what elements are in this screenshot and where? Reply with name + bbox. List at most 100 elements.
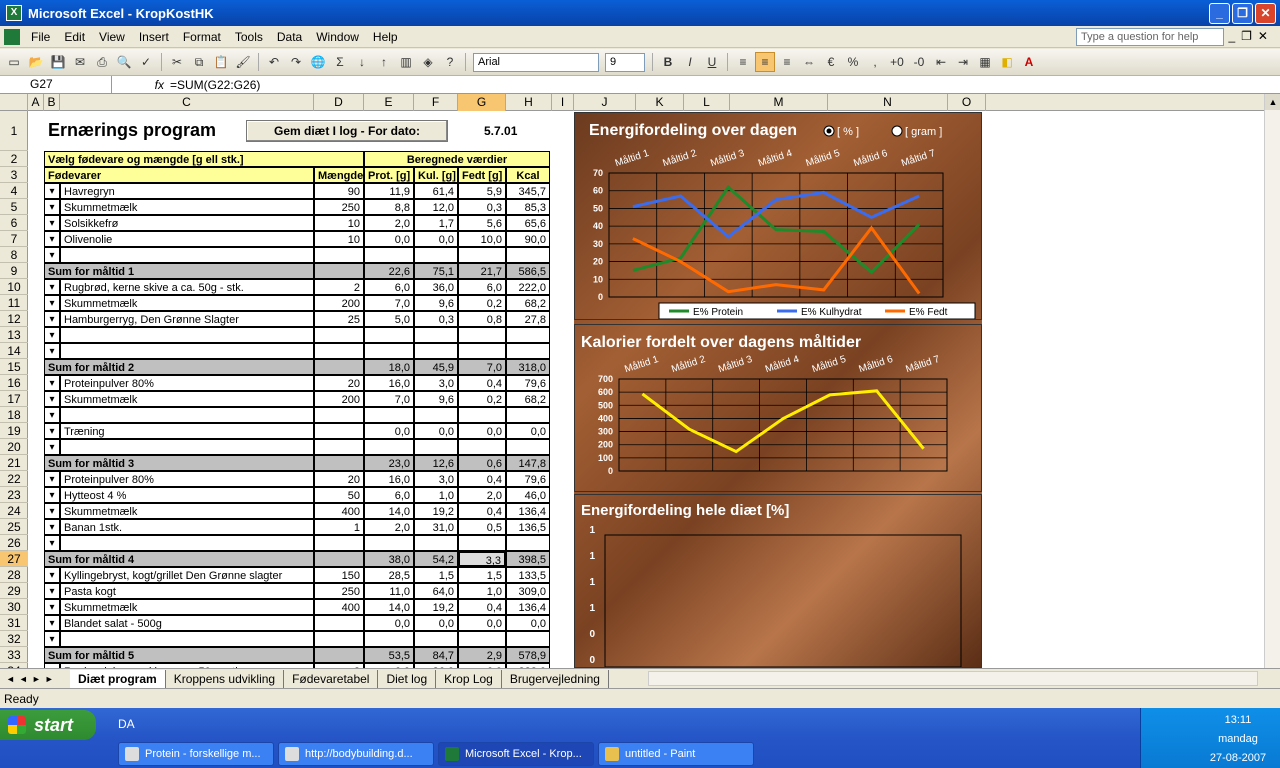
scroll-up-icon[interactable]: ▲ [1265,94,1280,110]
vertical-scrollbar[interactable]: ▲ [1264,94,1280,668]
sum-fat[interactable]: 21,7 [458,263,506,279]
amount-cell[interactable]: 2 [314,279,364,295]
fill-color-icon[interactable]: ◧ [997,52,1017,72]
permission-icon[interactable]: ✉ [70,52,90,72]
close-button[interactable]: ✕ [1255,3,1276,24]
task-bodybuilding[interactable]: http://bodybuilding.d... [278,742,434,766]
tab-foedevaretabel[interactable]: Fødevaretabel [284,669,379,688]
food-cell[interactable]: Pasta kogt [60,583,314,599]
row-header[interactable]: 25 [0,519,28,535]
decrease-indent-icon[interactable]: ⇤ [931,52,951,72]
redo-icon[interactable]: ↷ [286,52,306,72]
comma-icon[interactable]: , [865,52,885,72]
underline-icon[interactable]: U [702,52,722,72]
workbook-icon[interactable] [4,28,20,45]
row-header[interactable]: 24 [0,503,28,519]
autosum-icon[interactable]: Σ [330,52,350,72]
food-cell[interactable] [60,439,314,455]
row-header[interactable]: 30 [0,599,28,615]
task-protein[interactable]: Protein - forskellige m... [118,742,274,766]
new-icon[interactable]: ▭ [4,52,24,72]
row-header[interactable]: 27 [0,551,28,567]
amount-cell[interactable]: 20 [314,471,364,487]
help-icon[interactable]: ? [440,52,460,72]
amount-cell[interactable]: 25 [314,311,364,327]
amount-cell[interactable]: 250 [314,199,364,215]
worksheet[interactable]: ABCDEFGHIJKLMNO 1 2 3 4 5 6 7 8 9 10 11 12 13 14 15 16 1… [0,94,1264,668]
hyperlink-icon[interactable]: 🌐 [308,52,328,72]
sum-fat[interactable]: 2,9 [458,647,506,663]
amount-cell[interactable] [314,343,364,359]
print-preview-icon[interactable]: 🔍 [114,52,134,72]
save-icon[interactable]: 💾 [48,52,68,72]
row-header[interactable]: 16 [0,375,28,391]
row-header[interactable]: 13 [0,327,28,343]
undo-icon[interactable]: ↶ [264,52,284,72]
row-header[interactable]: 17 [0,391,28,407]
column-header-n[interactable]: N [828,94,948,111]
row-header[interactable]: 28 [0,567,28,583]
italic-icon[interactable]: I [680,52,700,72]
food-cell[interactable]: Solsikkefrø [60,215,314,231]
task-paint[interactable]: untitled - Paint [598,742,754,766]
save-diet-log-button[interactable]: Gem diæt I log - For dato: [246,120,448,142]
amount-cell[interactable] [314,423,364,439]
chart-wizard-icon[interactable]: ▥ [396,52,416,72]
sum-fat[interactable]: 0,6 [458,455,506,471]
drawing-icon[interactable]: ◈ [418,52,438,72]
column-header-g[interactable]: G [458,94,506,111]
food-dropdown-icon[interactable]: ▾ [44,631,60,647]
formula-input[interactable]: =SUM(G22:G26) [170,78,260,92]
align-center-icon[interactable]: ≡ [755,52,775,72]
fx-icon[interactable]: fx [112,78,170,92]
food-cell[interactable]: Proteinpulver 80% [60,375,314,391]
menu-help[interactable]: Help [366,30,405,44]
row-header[interactable]: 31 [0,615,28,631]
amount-cell[interactable]: 400 [314,503,364,519]
row-header[interactable]: 4 [0,183,28,199]
amount-cell[interactable] [314,615,364,631]
row-header[interactable]: 21 [0,455,28,471]
tab-diet-log[interactable]: Diet log [378,669,437,688]
column-header-b[interactable]: B [44,94,60,111]
menu-window[interactable]: Window [309,30,366,44]
amount-cell[interactable]: 10 [314,215,364,231]
menu-view[interactable]: View [92,30,132,44]
row-header[interactable]: 15 [0,359,28,375]
chart-kcal-meals[interactable]: Kalorier fordelt over dagens måltider 0 10… [574,324,982,492]
food-dropdown-icon[interactable]: ▾ [44,199,60,215]
row-header[interactable]: 26 [0,535,28,551]
minimize-button[interactable]: _ [1209,3,1230,24]
font-color-icon[interactable]: A [1019,52,1039,72]
decrease-decimal-icon[interactable]: -0 [909,52,929,72]
tab-navigation[interactable]: ◄◄►► [0,674,70,684]
row-header[interactable]: 1 [0,111,28,151]
align-right-icon[interactable]: ≡ [777,52,797,72]
tab-diaet-program[interactable]: Diæt program [70,669,166,688]
food-cell[interactable] [60,343,314,359]
tab-brugervejledning[interactable]: Brugervejledning [502,669,609,688]
food-cell[interactable]: Olivenolie [60,231,314,247]
menu-data[interactable]: Data [270,30,309,44]
food-dropdown-icon[interactable]: ▾ [44,407,60,423]
food-cell[interactable]: Blandet salat - 500g [60,615,314,631]
amount-cell[interactable] [314,247,364,263]
amount-cell[interactable] [314,327,364,343]
food-cell[interactable]: Proteinpulver 80% [60,471,314,487]
food-dropdown-icon[interactable]: ▾ [44,519,60,535]
row-header[interactable]: 20 [0,439,28,455]
row-header[interactable]: 22 [0,471,28,487]
row-header[interactable]: 7 [0,231,28,247]
increase-decimal-icon[interactable]: +0 [887,52,907,72]
row-header[interactable]: 23 [0,487,28,503]
food-dropdown-icon[interactable]: ▾ [44,583,60,599]
food-dropdown-icon[interactable]: ▾ [44,615,60,631]
font-name-select[interactable]: Arial [473,52,599,72]
row-header[interactable]: 9 [0,263,28,279]
select-all[interactable] [0,94,28,111]
food-dropdown-icon[interactable]: ▾ [44,471,60,487]
food-dropdown-icon[interactable]: ▾ [44,295,60,311]
menu-edit[interactable]: Edit [57,30,92,44]
sort-ascending-icon[interactable]: ↓ [352,52,372,72]
column-header-e[interactable]: E [364,94,414,111]
